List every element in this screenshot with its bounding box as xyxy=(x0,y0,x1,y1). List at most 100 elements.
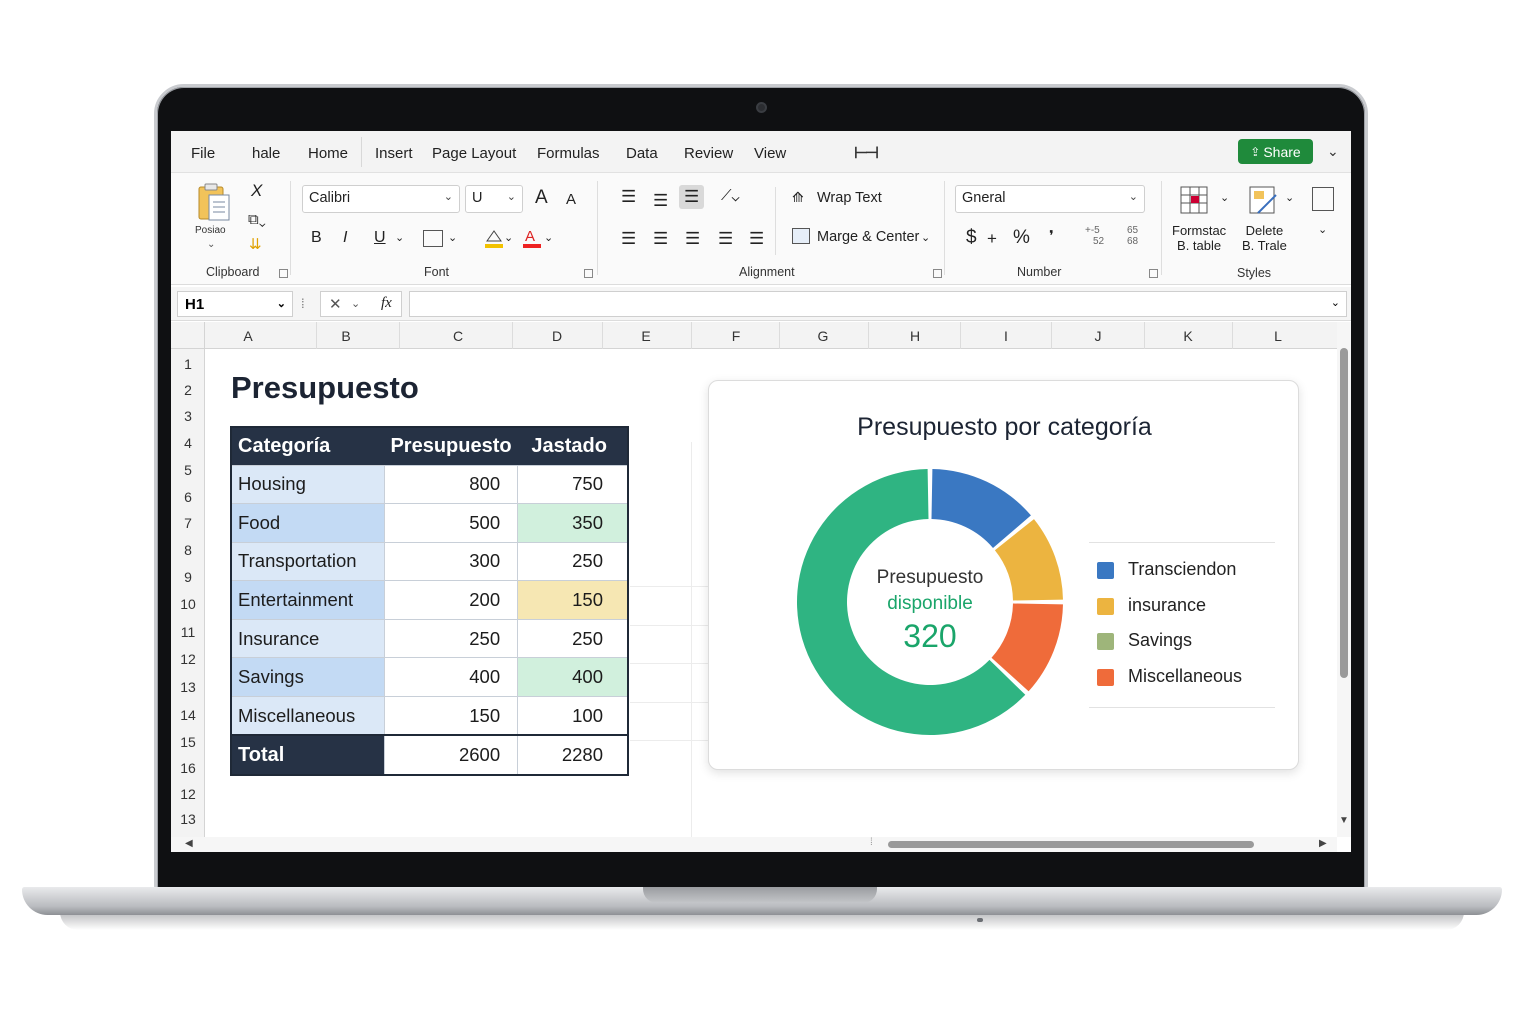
row-header[interactable]: 16 xyxy=(171,760,205,776)
row-header[interactable]: 7 xyxy=(171,515,205,531)
table-total-label[interactable]: Total xyxy=(230,734,385,776)
table-cell-category[interactable]: Transportation xyxy=(230,541,385,582)
row-header[interactable]: 15 xyxy=(171,734,205,750)
chevron-down-icon[interactable]: ⌄ xyxy=(1220,191,1229,204)
table-cell-spent[interactable]: 400 xyxy=(517,657,629,698)
vertical-scroll-thumb[interactable] xyxy=(1340,348,1348,678)
row-header[interactable]: 1 xyxy=(171,356,205,372)
decrease-indent-icon[interactable]: ☰ xyxy=(718,229,733,249)
column-header[interactable]: K xyxy=(1144,328,1232,344)
insert-function-icon[interactable]: fx xyxy=(381,295,392,312)
sheet-title[interactable]: Presupuesto xyxy=(231,370,419,406)
grow-font-button[interactable]: A xyxy=(535,187,548,209)
table-cell-category[interactable]: Entertainment xyxy=(230,580,385,620)
borders-icon[interactable] xyxy=(423,230,443,247)
chevron-down-icon[interactable]: ⌄ xyxy=(1285,191,1294,204)
merge-center-button[interactable]: Marge & Center xyxy=(817,229,919,245)
fill-color-icon[interactable] xyxy=(483,227,505,249)
increase-indent-icon[interactable]: ☰ xyxy=(749,229,764,249)
row-header[interactable]: 8 xyxy=(171,542,205,558)
table-cell-spent[interactable]: 250 xyxy=(517,618,629,659)
column-header[interactable]: B xyxy=(291,328,401,344)
percent-button[interactable]: % xyxy=(1013,227,1030,249)
scroll-down-arrow-icon[interactable]: ▼ xyxy=(1339,815,1349,826)
table-cell-budget[interactable]: 400 xyxy=(383,657,519,698)
menu-file[interactable]: File xyxy=(191,145,215,162)
align-middle-icon[interactable]: ☰ xyxy=(653,191,668,211)
italic-button[interactable]: I xyxy=(343,229,347,247)
format-painter-icon[interactable]: ⇊ xyxy=(249,235,262,253)
column-header[interactable]: H xyxy=(868,328,962,344)
menu-view[interactable]: View xyxy=(754,145,786,162)
chevron-down-icon[interactable]: ⌄ xyxy=(395,231,404,244)
table-cell-budget[interactable]: 500 xyxy=(383,503,519,543)
menu-data[interactable]: Data xyxy=(626,145,658,162)
chevron-down-icon[interactable]: ⌄ xyxy=(921,231,930,244)
cell-styles-icon[interactable] xyxy=(1312,187,1334,211)
row-header[interactable]: 9 xyxy=(171,569,205,585)
align-left-icon[interactable]: ☰ xyxy=(621,229,636,249)
orientation-icon[interactable]: ⟋⌄ xyxy=(721,187,740,204)
column-header[interactable]: A xyxy=(205,328,291,344)
chevron-down-icon[interactable]: ⌄ xyxy=(504,231,513,244)
table-cell-spent[interactable]: 350 xyxy=(517,503,629,543)
table-header-presupuesto[interactable]: Presupuesto xyxy=(384,427,518,465)
column-header[interactable]: E xyxy=(602,328,690,344)
font-size-select[interactable]: U ⌄ xyxy=(465,185,523,213)
format-as-table-button[interactable]: Formstac B. table xyxy=(1172,223,1226,253)
number-launcher-icon[interactable] xyxy=(1149,269,1158,278)
column-header[interactable]: L xyxy=(1232,328,1324,344)
clipboard-launcher-icon[interactable] xyxy=(279,269,288,278)
table-cell-budget[interactable]: 250 xyxy=(383,618,519,659)
table-cell-category[interactable]: Insurance xyxy=(230,618,385,659)
row-header[interactable]: 2 xyxy=(171,382,205,398)
table-total-spent[interactable]: 2280 xyxy=(517,734,629,776)
decrease-decimal-button[interactable]: 65 68 xyxy=(1127,225,1138,247)
row-header[interactable]: 11 xyxy=(171,624,205,640)
expand-formula-icon[interactable]: ⌄ xyxy=(1331,296,1340,309)
delete-button[interactable]: Delete B. Trale xyxy=(1242,223,1287,253)
table-cell-budget[interactable]: 200 xyxy=(383,580,519,620)
ribbon-collapse-chevron-icon[interactable]: ⌄ xyxy=(1327,143,1339,160)
chevron-down-icon[interactable]: ⌄ xyxy=(351,297,360,310)
formula-input[interactable]: ⌄ xyxy=(409,291,1347,317)
share-button[interactable]: ⇪ Share xyxy=(1238,139,1313,164)
table-cell-spent[interactable]: 750 xyxy=(517,464,629,505)
row-header[interactable]: 12 xyxy=(171,786,205,802)
table-cell-category[interactable]: Miscellaneous xyxy=(230,696,385,736)
table-cell-budget[interactable]: 300 xyxy=(383,541,519,582)
alignment-launcher-icon[interactable] xyxy=(933,269,942,278)
menu-page-layout[interactable]: Page Layout xyxy=(432,145,516,162)
font-color-icon[interactable]: A xyxy=(521,227,543,249)
align-right-icon[interactable]: ☰ xyxy=(685,229,700,249)
table-cell-category[interactable]: Housing xyxy=(230,464,385,505)
row-header[interactable]: 13 xyxy=(171,679,205,695)
table-cell-budget[interactable]: 800 xyxy=(383,464,519,505)
comma-style-icon[interactable]: ❜ xyxy=(1049,227,1054,245)
row-header[interactable]: 12 xyxy=(171,651,205,667)
font-launcher-icon[interactable] xyxy=(584,269,593,278)
more-options-icon[interactable]: ⁞ xyxy=(301,296,305,311)
scroll-right-arrow-icon[interactable]: ▶ xyxy=(1319,838,1327,849)
column-header[interactable]: J xyxy=(1051,328,1145,344)
number-format-select[interactable]: Gneral ⌄ xyxy=(955,185,1145,213)
spreadsheet-grid[interactable]: A B C D E F G H I J K L 1 2 3 4 5 6 7 8 … xyxy=(171,322,1337,852)
menu-formulas[interactable]: Formulas xyxy=(537,145,600,162)
column-header[interactable]: I xyxy=(960,328,1052,344)
table-cell-spent[interactable]: 150 xyxy=(517,580,629,620)
table-header-categoria[interactable]: Categoría xyxy=(231,427,385,465)
font-family-select[interactable]: Calibri ⌄ xyxy=(302,185,460,213)
chevron-down-icon[interactable]: ⌄ xyxy=(1318,223,1327,236)
align-center-icon[interactable]: ☰ xyxy=(653,229,668,249)
scroll-left-arrow-icon[interactable]: ◀ xyxy=(185,838,193,849)
align-bottom-icon[interactable]: ☰ xyxy=(679,185,705,209)
copy-icon[interactable]: ⧉⌄ xyxy=(248,211,266,228)
table-cell-spent[interactable]: 250 xyxy=(517,541,629,582)
row-header[interactable]: 3 xyxy=(171,408,205,424)
select-all-corner[interactable] xyxy=(171,322,205,349)
row-header[interactable]: 5 xyxy=(171,462,205,478)
vertical-scrollbar[interactable]: ▼ xyxy=(1337,322,1351,837)
chevron-down-icon[interactable]: ⌄ xyxy=(448,231,457,244)
horizontal-scrollbar[interactable]: ◀ ⁞ ▶ xyxy=(171,837,1337,852)
paste-icon[interactable] xyxy=(196,181,232,223)
